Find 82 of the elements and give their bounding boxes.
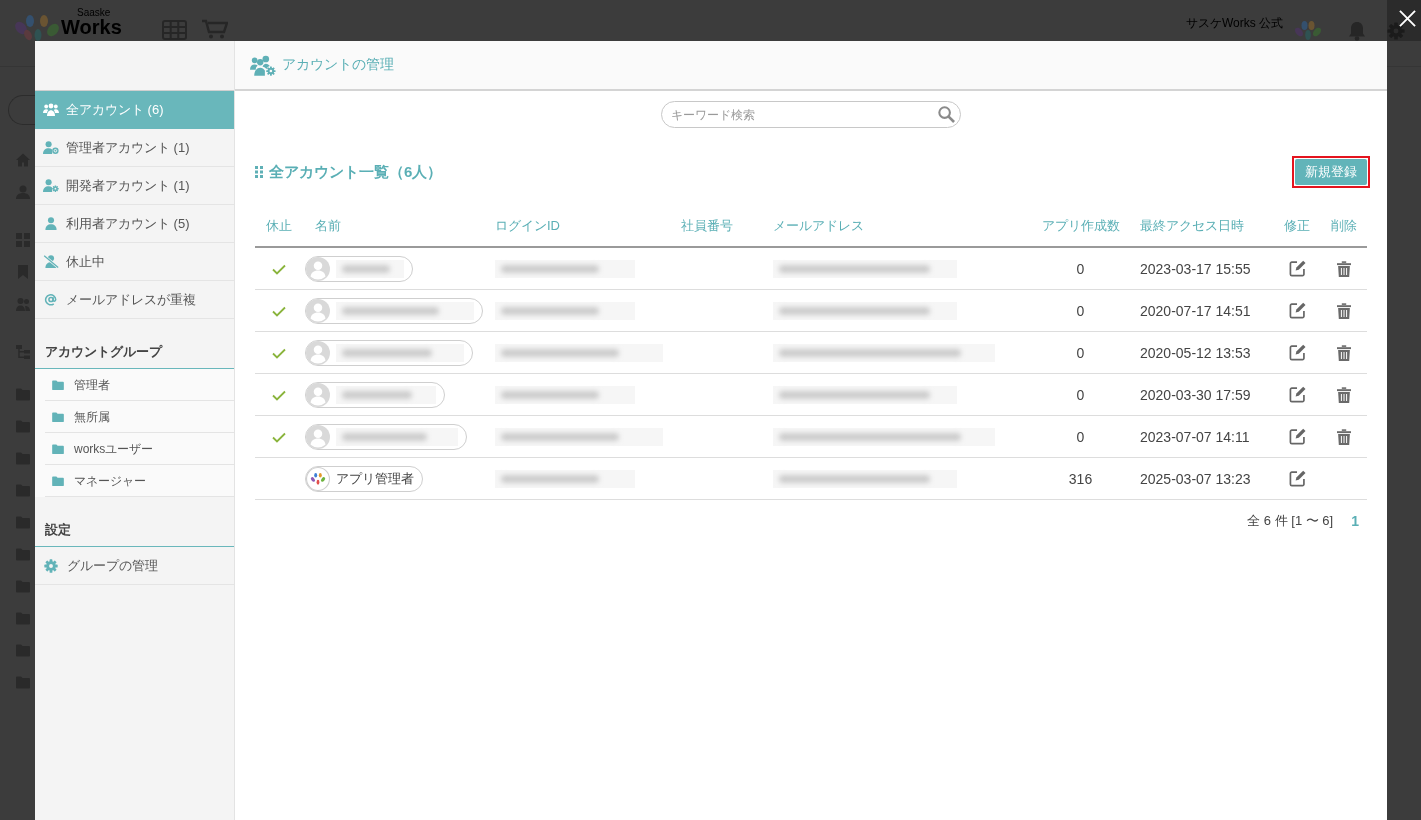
grip-icon bbox=[255, 166, 263, 178]
column-header: 社員番号 bbox=[671, 206, 763, 247]
logo-icon bbox=[1295, 21, 1321, 41]
settings-icon[interactable] bbox=[1387, 22, 1405, 40]
table-cell: 0 bbox=[1031, 373, 1130, 416]
logo-subtitle: Saaske bbox=[77, 7, 111, 18]
name-chip[interactable] bbox=[305, 423, 467, 450]
settings-icon bbox=[44, 558, 58, 573]
table-cell: 0 bbox=[1031, 331, 1130, 374]
name-chip[interactable]: アプリ管理者 bbox=[305, 465, 423, 492]
group-item[interactable]: 管理者 bbox=[35, 369, 234, 401]
edit-icon[interactable] bbox=[1288, 302, 1306, 320]
column-header: 休止 bbox=[255, 206, 303, 247]
logo-text: Works bbox=[61, 16, 122, 39]
column-header: 名前 bbox=[303, 206, 485, 247]
edit-icon[interactable] bbox=[1288, 470, 1306, 488]
trash-icon[interactable] bbox=[1337, 345, 1351, 362]
name-chip[interactable] bbox=[305, 339, 473, 366]
sidebar-item[interactable]: グループの管理 bbox=[35, 547, 234, 585]
sidebar-item[interactable]: 開発者アカウント (1) bbox=[35, 167, 234, 205]
trash-icon[interactable] bbox=[1337, 387, 1351, 404]
name-chip[interactable] bbox=[305, 255, 413, 282]
table-cell: 2025-03-07 13:23 bbox=[1130, 457, 1273, 500]
column-header: 最終アクセス日時 bbox=[1130, 206, 1273, 247]
name-chip[interactable] bbox=[305, 297, 483, 324]
table-cell: 316 bbox=[1031, 457, 1130, 500]
users-gear-icon bbox=[250, 54, 276, 76]
avatar-icon bbox=[306, 340, 330, 365]
sidebar-item[interactable]: 利用者アカウント (5) bbox=[35, 205, 234, 243]
trash-icon[interactable] bbox=[1337, 261, 1351, 278]
column-header: 修正 bbox=[1273, 206, 1321, 247]
table-cell: 2023-07-07 14:11 bbox=[1130, 415, 1273, 458]
sidebar-item[interactable]: メールアドレスが重複 bbox=[35, 281, 234, 319]
logo-avatar-icon bbox=[306, 466, 330, 491]
column-header: 削除 bbox=[1321, 206, 1367, 247]
list-heading: 全アカウント一覧（6人） bbox=[269, 162, 443, 182]
trash-icon[interactable] bbox=[1337, 303, 1351, 320]
user-icon bbox=[43, 217, 59, 230]
user-gear-icon bbox=[43, 179, 59, 192]
table-cell: 0 bbox=[1031, 289, 1130, 332]
close-icon bbox=[1398, 10, 1416, 27]
table-cell: 2020-05-12 13:53 bbox=[1130, 331, 1273, 374]
edit-icon[interactable] bbox=[1288, 344, 1306, 362]
grid-icon[interactable] bbox=[161, 20, 187, 40]
folder-icon bbox=[52, 380, 64, 390]
users-icon bbox=[43, 103, 59, 116]
trash-icon[interactable] bbox=[1337, 429, 1351, 446]
avatar-icon bbox=[306, 298, 330, 323]
folder-icon bbox=[52, 412, 64, 422]
table-cell: 2023-03-17 15:55 bbox=[1130, 247, 1273, 290]
edit-icon[interactable] bbox=[1288, 260, 1306, 278]
logo-icon bbox=[15, 15, 59, 41]
sidebar-item[interactable]: 管理者アカウント (1) bbox=[35, 129, 234, 167]
column-header: メールアドレス bbox=[763, 206, 1031, 247]
group-item[interactable]: worksユーザー bbox=[35, 433, 234, 465]
column-header: ログインID bbox=[485, 206, 671, 247]
table-cell: 0 bbox=[1031, 247, 1130, 290]
avatar-icon bbox=[306, 256, 330, 281]
sidebar-item[interactable]: 休止中 bbox=[35, 243, 234, 281]
table-cell: 2020-03-30 17:59 bbox=[1130, 373, 1273, 416]
pagination-summary: 全 6 件 [1 〜 6] bbox=[1247, 512, 1334, 530]
group-item[interactable]: マネージャー bbox=[35, 465, 234, 497]
user-slash-icon bbox=[43, 255, 59, 268]
avatar-icon bbox=[306, 382, 330, 407]
user-badge-icon bbox=[43, 141, 59, 154]
dialog-title: アカウントの管理 bbox=[282, 56, 394, 74]
edit-icon[interactable] bbox=[1288, 428, 1306, 446]
table-cell: 2020-07-17 14:51 bbox=[1130, 289, 1273, 332]
folder-icon bbox=[52, 476, 64, 486]
column-header: アプリ作成数 bbox=[1031, 206, 1130, 247]
group-item[interactable]: 無所属 bbox=[35, 401, 234, 433]
edit-icon[interactable] bbox=[1288, 386, 1306, 404]
bell-icon[interactable] bbox=[1348, 21, 1366, 41]
user-name: アプリ管理者 bbox=[336, 469, 414, 488]
folder-icon bbox=[52, 444, 64, 454]
table-cell: 0 bbox=[1031, 415, 1130, 458]
at-icon bbox=[43, 293, 59, 306]
search-icon[interactable] bbox=[938, 106, 955, 123]
close-button[interactable] bbox=[1387, 0, 1421, 41]
name-chip[interactable] bbox=[305, 381, 445, 408]
section-heading: 設定 bbox=[35, 497, 234, 547]
avatar-icon bbox=[306, 424, 330, 449]
